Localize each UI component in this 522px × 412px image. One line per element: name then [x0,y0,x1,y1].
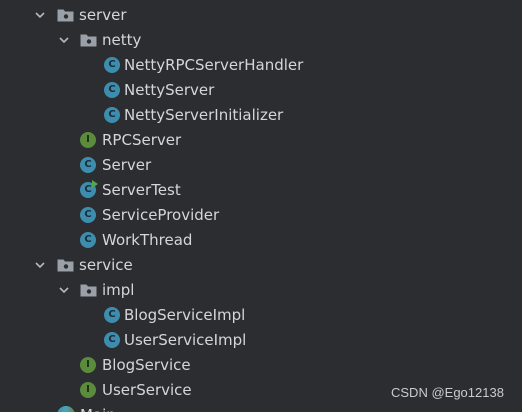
class-icon: C [104,82,120,98]
class-icon: C [80,157,96,173]
tree-node-blogservice[interactable]: I BlogService [0,353,522,378]
tree-node-label: NettyServerInitializer [124,106,284,124]
tree-node-serviceprovider[interactable]: C ServiceProvider [0,203,522,228]
tree-node-workthread[interactable]: C WorkThread [0,228,522,253]
class-icon-letter: C [84,184,92,195]
java-main-icon[interactable] [57,406,75,412]
chevron-down-icon[interactable] [59,286,69,294]
chevron-down-icon[interactable] [59,36,69,44]
tree-node-label: Server [102,156,152,174]
tree-node-main-partial[interactable]: Main [80,405,116,412]
project-tree: server netty C NettyRPCServerHandler C N… [0,0,522,412]
tree-node-label: WorkThread [102,231,193,249]
tree-node-netty-package[interactable]: netty [0,28,522,53]
tree-node-label: impl [102,281,135,299]
class-icon: C [104,307,120,323]
tree-node-nettyserverinitializer[interactable]: C NettyServerInitializer [0,103,522,128]
tree-node-nettyrpcserverhandler[interactable]: C NettyRPCServerHandler [0,53,522,78]
package-folder-icon [80,33,97,47]
class-icon: C [104,57,120,73]
chevron-down-icon[interactable] [35,11,45,19]
chevron-down-icon[interactable] [35,261,45,269]
package-folder-icon [57,8,74,22]
package-folder-icon [57,258,74,272]
tree-node-label: service [79,256,133,274]
tree-node-label: NettyRPCServerHandler [124,56,304,74]
tree-node-label: ServiceProvider [102,206,220,224]
tree-node-label: server [79,6,127,24]
tree-node-label: NettyServer [124,81,215,99]
interface-icon: I [80,132,96,148]
run-badge-icon [92,180,98,188]
class-icon: C [80,232,96,248]
tree-node-service-package[interactable]: service [0,253,522,278]
tree-node-label: ServerTest [102,181,181,199]
class-icon: C [80,207,96,223]
interface-icon: I [80,357,96,373]
tree-node-label: RPCServer [102,131,182,149]
package-folder-icon [80,283,97,297]
tree-node-nettyserver[interactable]: C NettyServer [0,78,522,103]
tree-node-userserviceimpl[interactable]: C UserServiceImpl [0,328,522,353]
runnable-class-icon: C [80,180,98,198]
tree-node-servertest[interactable]: C ServerTest [0,178,522,203]
class-icon: C [104,332,120,348]
tree-node-blogserviceimpl[interactable]: C BlogServiceImpl [0,303,522,328]
tree-node-label: UserService [102,381,192,399]
watermark: CSDN @Ego12138 [391,385,504,400]
tree-node-rpcserver[interactable]: I RPCServer [0,128,522,153]
class-icon: C [104,107,120,123]
tree-node-label: BlogServiceImpl [124,306,246,324]
tree-node-label: BlogService [102,356,191,374]
tree-node-server-class[interactable]: C Server [0,153,522,178]
tree-node-label: UserServiceImpl [124,331,247,349]
tree-node-server-package[interactable]: server [0,3,522,28]
interface-icon: I [80,382,96,398]
tree-node-impl-package[interactable]: impl [0,278,522,303]
tree-node-label: netty [102,31,142,49]
